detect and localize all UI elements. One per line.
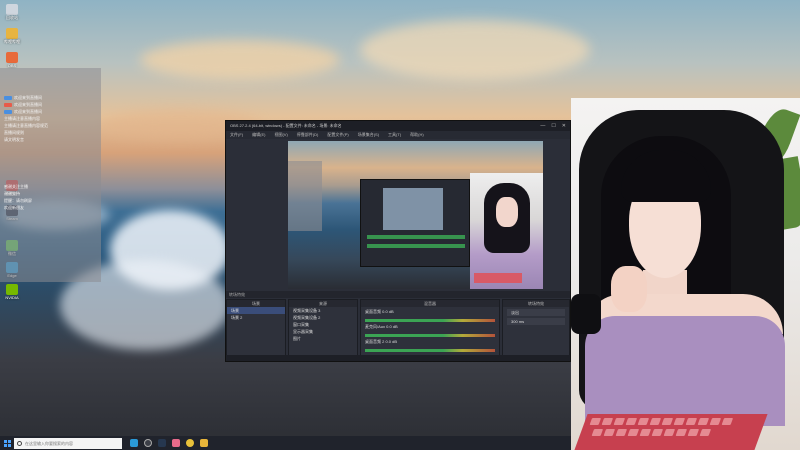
duration-field[interactable]: 300 ms [507,318,565,325]
microphone [571,294,601,334]
nested-meter [367,235,465,239]
cloud [140,40,340,80]
taskbar-apps [130,439,208,447]
scenes-dock: 场景 场景 场景 2 [226,299,286,361]
nvidia-icon [6,284,18,295]
windows-icon [3,439,11,447]
streamer-dress [585,316,785,426]
menu-scene-collection[interactable]: 场景集合(S) [358,132,379,138]
scene-item[interactable]: 场景 [227,307,285,314]
preview-chat-overlay [288,161,322,231]
chat-line: 欢迎来到直播间 [0,101,101,108]
steam-icon[interactable] [158,439,166,447]
transition-select[interactable]: 淡出 [507,309,565,316]
edge-icon[interactable] [130,439,138,447]
volume-meter[interactable] [365,319,495,322]
menu-file[interactable]: 文件(F) [230,132,243,138]
user-badge [4,95,12,100]
cloud [360,20,590,80]
chat-line: 欢迎来到直播间 [0,108,101,115]
menu-edit[interactable]: 编辑(E) [252,132,265,138]
source-item[interactable]: 窗口采集 [289,321,357,328]
minimize-button[interactable]: — [540,123,545,129]
search-input[interactable] [25,440,120,446]
obs-window-title: OBS 27.2.4 (64-bit, windows) - 配置文件: 未命名… [230,123,342,128]
bilibili-icon[interactable] [172,439,180,447]
mixer-dock: 混音器 桌面音频 0.0 dB 麦克风/Aux 0.0 dB 桌面音频 2 0.… [360,299,500,361]
sources-dock: 来源 视频采集设备 3 视频采集设备 2 窗口采集 显示器采集 图片 [288,299,358,361]
streamer-hand [611,266,647,312]
obs-menu-bar: 文件(F) 编辑(E) 视图(V) 停靠部件(D) 配置文件(P) 场景集合(S… [226,131,570,139]
maximize-button[interactable]: ☐ [551,123,555,129]
explorer-icon[interactable] [200,439,208,447]
source-item[interactable]: 视频采集设备 3 [289,307,357,314]
preview-nested-obs [360,179,470,267]
taskbar-search[interactable] [14,437,122,449]
start-button[interactable] [0,436,14,450]
preview-webcam [470,173,543,289]
obs-preview-canvas[interactable] [288,141,543,289]
source-item[interactable]: 视频采集设备 2 [289,314,357,321]
obs-window[interactable]: OBS 27.2.4 (64-bit, windows) - 配置文件: 未命名… [225,120,571,362]
volume-meter[interactable] [365,334,495,337]
mixer-channel-label: 桌面音频 0.0 dB [365,309,394,314]
user-badge [4,109,12,114]
keyboard [574,414,768,450]
nested-meter [367,244,465,248]
menu-profile[interactable]: 配置文件(P) [327,132,348,138]
chat-line: 请文明发言 [4,137,24,142]
desktop-icon-recycle-bin[interactable]: 回收站 [4,4,20,21]
chat-line: 欢迎新朋友 [4,205,24,210]
mixer-channel-label: 麦克风/Aux 0.0 dB [365,324,398,329]
transitions-header: 转场特效 [226,291,570,298]
obs-title-bar[interactable]: OBS 27.2.4 (64-bit, windows) - 配置文件: 未命名… [226,121,570,131]
desktop-icon-nvidia[interactable]: NVIDIA [4,284,20,300]
desktop-icon-obs[interactable]: OBS [4,52,20,68]
source-item[interactable]: 显示器采集 [289,328,357,335]
chat-line: 主播请注意直播内容 [4,116,40,121]
search-icon [17,440,22,446]
recycle-bin-icon [6,4,18,15]
obs-icon [6,52,18,63]
obs-status-bar [226,355,570,361]
taskbar [0,436,571,450]
nested-preview [383,188,443,230]
user-badge [4,102,12,107]
chat-line: 提醒：请勿刷屏 [4,198,32,203]
chat-line: 主播请注意直播内容规范 [4,123,48,128]
menu-help[interactable]: 帮助(H) [410,132,424,138]
menu-view[interactable]: 视图(V) [274,132,287,138]
app-icon [6,28,18,39]
scene-item[interactable]: 场景 2 [227,314,285,321]
chat-line: 欢迎来到直播间 [0,94,101,101]
volume-meter[interactable] [365,349,495,352]
close-button[interactable]: ✕ [562,123,566,129]
chat-line: 感谢关注主播 [4,184,28,189]
chat-line: 直播间规则 [4,130,24,135]
desktop-icon-bilibili[interactable]: 哔哩哔哩 [4,28,20,45]
chat-line: 谢谢支持 [4,191,20,196]
webcam-feed [571,98,800,450]
menu-tools[interactable]: 工具(T) [388,132,401,138]
menu-docks[interactable]: 停靠部件(D) [297,132,319,138]
chrome-icon[interactable] [186,439,194,447]
danmaku-chat-overlay: 欢迎来到直播间 欢迎来到直播间 欢迎来到直播间 主播请注意直播内容 主播请注意直… [0,68,101,282]
mixer-channel-label: 桌面音频 2 0.0 dB [365,339,398,344]
source-item[interactable]: 图片 [289,335,357,342]
transitions-dock: 转场特效 淡出 300 ms [502,299,570,361]
obs-icon[interactable] [144,439,152,447]
obs-docks: 转场特效 场景 场景 场景 2 来源 视频采集设备 3 视频采集设备 2 窗口采… [226,291,570,361]
